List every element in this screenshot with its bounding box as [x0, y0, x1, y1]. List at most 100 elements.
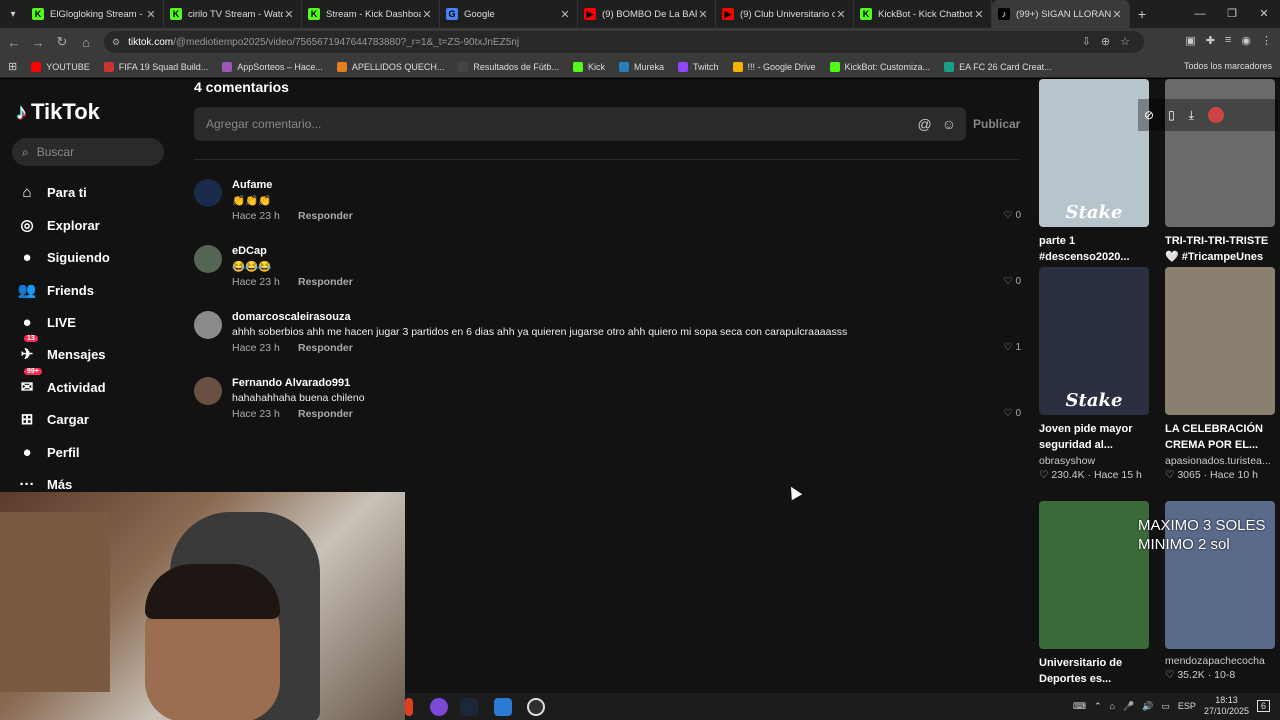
like-button[interactable]: ♡ 0 — [1003, 408, 1021, 419]
related-video-card[interactable]: Stake Joven pide mayor seguridad al... o… — [1039, 267, 1149, 481]
tab-close-icon[interactable]: ✕ — [835, 8, 847, 21]
related-video-card[interactable]: Stake parte 1 #descenso2020... perukick … — [1039, 79, 1149, 293]
tab-close-icon[interactable]: ✕ — [1111, 8, 1123, 21]
video-thumbnail[interactable]: Stake — [1039, 267, 1149, 415]
language-indicator[interactable]: ESP — [1178, 701, 1196, 711]
tab-close-icon[interactable]: ✕ — [559, 8, 571, 21]
download-icon[interactable]: ⤓ — [1189, 108, 1194, 123]
sidebar-item-para-ti[interactable]: ⌂ Para ti — [16, 180, 86, 204]
like-button[interactable]: ♡ 0 — [1003, 210, 1021, 221]
video-title[interactable]: LA CELEBRACIÓN CREMA POR EL... — [1165, 421, 1275, 453]
minimize-icon[interactable]: — — [1184, 0, 1216, 28]
user-avatar[interactable] — [1207, 107, 1224, 123]
comment-username[interactable]: Aufame — [232, 179, 272, 191]
tab-close-icon[interactable]: ✕ — [697, 8, 709, 21]
mention-icon[interactable]: @ — [917, 116, 931, 132]
all-bookmarks-link[interactable]: Todos los marcadores — [1184, 61, 1272, 71]
related-video-card[interactable]: LA CELEBRACIÓN CREMA POR EL... apasionad… — [1165, 267, 1275, 481]
site-info-icon[interactable]: ⚙ — [112, 37, 120, 48]
app-icon[interactable] — [494, 698, 512, 716]
tab-close-icon[interactable]: ✕ — [973, 8, 985, 21]
notification-icon[interactable]: 6 — [1256, 700, 1270, 712]
video-thumbnail[interactable] — [1165, 267, 1275, 415]
emoji-icon[interactable]: ☺ — [942, 116, 956, 132]
steam-icon[interactable] — [460, 698, 478, 716]
related-video-card[interactable]: Universitario de Deportes es... — [1039, 501, 1149, 689]
bookmark-item[interactable]: Mureka — [618, 61, 664, 72]
comment-username[interactable]: Fernando Alvarado991 — [232, 377, 350, 389]
like-button[interactable]: ♡ 1 — [1003, 342, 1021, 353]
bookmark-star-icon[interactable]: ☆ — [1120, 35, 1130, 48]
browser-tab[interactable]: K KickBot - Kick Chatbot, Al✕ — [854, 0, 992, 28]
browser-menu-icon[interactable]: ⋮ — [1261, 34, 1272, 47]
home-icon[interactable]: ⌂ — [74, 35, 98, 50]
bookmark-item[interactable]: !!! - Google Drive — [732, 61, 816, 72]
avatar[interactable] — [194, 311, 222, 339]
reply-button[interactable]: Responder — [298, 210, 353, 222]
video-author[interactable]: obrasyshow — [1039, 455, 1149, 467]
reload-icon[interactable]: ↻ — [50, 34, 74, 50]
sidebar-item-live[interactable]: ● LIVE — [16, 310, 75, 334]
avatar[interactable] — [194, 245, 222, 273]
browser-tab[interactable]: K ElGlogloking Stream - Wa✕ — [26, 0, 164, 28]
video-title[interactable]: Universitario de Deportes es... — [1039, 655, 1149, 687]
tab-close-icon[interactable]: ✕ — [421, 8, 433, 21]
video-title[interactable]: parte 1 #descenso2020... — [1039, 233, 1149, 265]
restore-icon[interactable]: ❐ — [1216, 0, 1248, 28]
avatar[interactable] — [194, 377, 222, 405]
tab-close-icon[interactable]: ✕ — [145, 8, 157, 21]
browser-tab[interactable]: ♪ (99+) SIGAN LLORAN ✕ — [992, 0, 1130, 28]
reply-button[interactable]: Responder — [298, 408, 353, 420]
comment-username[interactable]: domarcoscaleirasouza — [232, 311, 351, 323]
bookmark-item[interactable]: EA FC 26 Card Creat... — [944, 61, 1052, 72]
bookmark-item[interactable]: FIFA 19 Squad Build... — [103, 61, 208, 72]
comment-input[interactable]: Agregar comentario... @ ☺ — [194, 107, 966, 141]
bookmark-item[interactable]: YOUTUBE — [31, 61, 90, 72]
url-input[interactable]: ⚙ tiktok.com /@mediotiempo2025/video/756… — [104, 31, 1144, 53]
sidebar-item-mensajes[interactable]: ✈ 13 Mensajes — [16, 335, 106, 366]
sidebar-item-siguiendo[interactable]: ● Siguiendo — [16, 245, 109, 269]
tiktok-logo[interactable]: ♪ TikTok — [16, 99, 100, 125]
comment-username[interactable]: eDCap — [232, 245, 267, 257]
tab-close-icon[interactable]: ✕ — [283, 8, 295, 21]
avatar[interactable] — [194, 179, 222, 207]
browser-tab[interactable]: ▶ (9) BOMBO De La BARRA✕ — [578, 0, 716, 28]
forward-icon[interactable]: → — [26, 35, 50, 50]
close-window-icon[interactable]: ✕ — [1248, 0, 1280, 28]
bookmark-item[interactable]: KickBot: Customiza... — [829, 61, 930, 72]
browser-tab[interactable]: K Stream - Kick Dashboard✕ — [302, 0, 440, 28]
bookmark-item[interactable]: AppSorteos – Hace... — [222, 61, 323, 72]
display-icon[interactable]: ▭ — [1161, 701, 1170, 712]
apps-icon[interactable]: ⊞ — [8, 60, 17, 73]
video-thumbnail[interactable] — [1039, 501, 1149, 649]
bookmark-item[interactable]: Resultados de Fútb... — [458, 61, 559, 72]
network-icon[interactable]: ⌂ — [1110, 701, 1115, 711]
extension-icon[interactable]: ▣ — [1185, 34, 1195, 47]
obs-icon[interactable] — [527, 698, 545, 716]
bookmark-item[interactable]: Kick — [572, 61, 605, 72]
sidebar-item-perfil[interactable]: ● Perfil — [16, 440, 79, 464]
mic-icon[interactable]: 🎤 — [1123, 701, 1134, 712]
mobile-icon[interactable]: ▯ — [1168, 108, 1175, 122]
keyboard-icon[interactable]: ⌨ — [1073, 701, 1086, 712]
puzzle-icon[interactable]: ✚ — [1206, 34, 1215, 47]
media-control-icon[interactable]: ≡ — [1225, 34, 1231, 47]
video-title[interactable]: TRI-TRI-TRI-TRISTE 🤍 #TricampeUnes — [1165, 233, 1275, 265]
video-author[interactable]: mendozapachecocha — [1165, 655, 1275, 667]
video-thumbnail[interactable]: Stake — [1039, 79, 1149, 227]
tab-search-icon[interactable]: ▾ — [0, 0, 26, 28]
video-author[interactable]: apasionados.turistea... — [1165, 455, 1275, 467]
bookmark-item[interactable]: Twitch — [677, 61, 719, 72]
clock[interactable]: 18:13 27/10/2025 — [1204, 695, 1249, 717]
search-input[interactable]: ⌕ Buscar — [12, 138, 164, 166]
reply-button[interactable]: Responder — [298, 342, 353, 354]
back-icon[interactable]: ← — [2, 35, 26, 50]
browser-tab[interactable]: ▶ (9) Club Universitario de ✕ — [716, 0, 854, 28]
sidebar-item-actividad[interactable]: ✉ 99+ Actividad — [16, 368, 106, 399]
zoom-icon[interactable]: ⊕ — [1101, 35, 1110, 48]
show-hidden-icon[interactable]: ⌃ — [1094, 701, 1102, 712]
sidebar-item-cargar[interactable]: ⊞ Cargar — [16, 407, 89, 431]
sidebar-item-explorar[interactable]: ◎ Explorar — [16, 213, 99, 237]
browser-tab[interactable]: G Google ✕ — [440, 0, 578, 28]
new-tab-button[interactable]: + — [1130, 6, 1154, 22]
